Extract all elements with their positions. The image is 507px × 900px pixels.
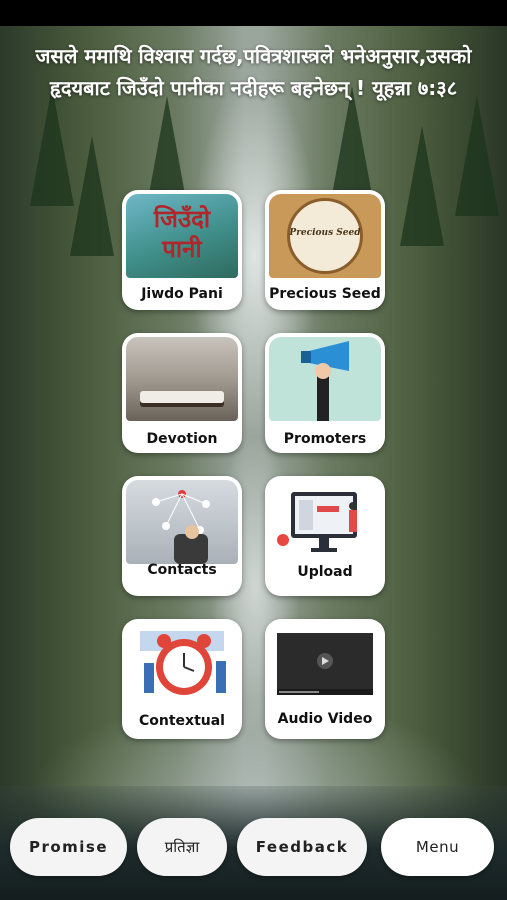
promoters-label: Promoters: [283, 431, 367, 447]
contextual-label: Contextual: [139, 713, 225, 729]
precious-seed-label: Precious Seed: [269, 286, 381, 302]
jiwdo-pani-thumb-text: जिउँदो पानी: [153, 204, 211, 263]
contacts-label: Contacts: [147, 562, 217, 578]
precious-seed-tile[interactable]: Precious Seed Precious Seed: [265, 190, 385, 310]
promise-button[interactable]: Promise: [10, 818, 127, 876]
audio-video-thumbnail: [269, 623, 381, 707]
contacts-tile[interactable]: Contacts: [122, 476, 242, 596]
waterfall-background: [0, 26, 507, 900]
video-player-icon: [277, 633, 373, 695]
promoters-tile[interactable]: Promoters: [265, 333, 385, 453]
jiwdo-pani-tile[interactable]: जिउँदो पानी Jiwdo Pani: [122, 190, 242, 310]
status-bar: [0, 0, 507, 26]
feedback-button[interactable]: Feedback: [237, 818, 367, 876]
precious-seed-thumbnail: Precious Seed: [269, 194, 381, 278]
upload-label: Upload: [297, 564, 353, 580]
pratigya-button[interactable]: प्रतिज्ञा: [137, 818, 227, 876]
computer-upload-icon: [277, 492, 357, 552]
precious-seed-thumb-text: Precious Seed: [289, 228, 361, 238]
devotion-tile[interactable]: Devotion: [122, 333, 242, 453]
upload-tile[interactable]: Upload: [265, 476, 385, 596]
contextual-thumbnail: [126, 623, 238, 707]
network-people-icon: [152, 490, 210, 564]
devotion-thumbnail: [126, 337, 238, 421]
contacts-thumbnail: [126, 480, 238, 564]
jiwdo-pani-thumbnail: जिउँदो पानी: [126, 194, 238, 278]
upload-thumbnail: [269, 480, 381, 564]
bible-verse-banner: जसले ममाथि विश्वास गर्दछ,पवित्रशास्त्रले…: [35, 44, 472, 100]
megaphone-icon: [301, 341, 349, 421]
promoters-thumbnail: [269, 337, 381, 421]
menu-button[interactable]: Menu: [381, 818, 494, 876]
devotion-label: Devotion: [146, 431, 218, 447]
open-book-icon: [140, 391, 224, 403]
contextual-tile[interactable]: Contextual: [122, 619, 242, 739]
alarm-clock-icon: [140, 631, 226, 695]
jiwdo-pani-label: Jiwdo Pani: [141, 286, 223, 302]
audio-video-label: Audio Video: [277, 711, 373, 727]
audio-video-tile[interactable]: Audio Video: [265, 619, 385, 739]
